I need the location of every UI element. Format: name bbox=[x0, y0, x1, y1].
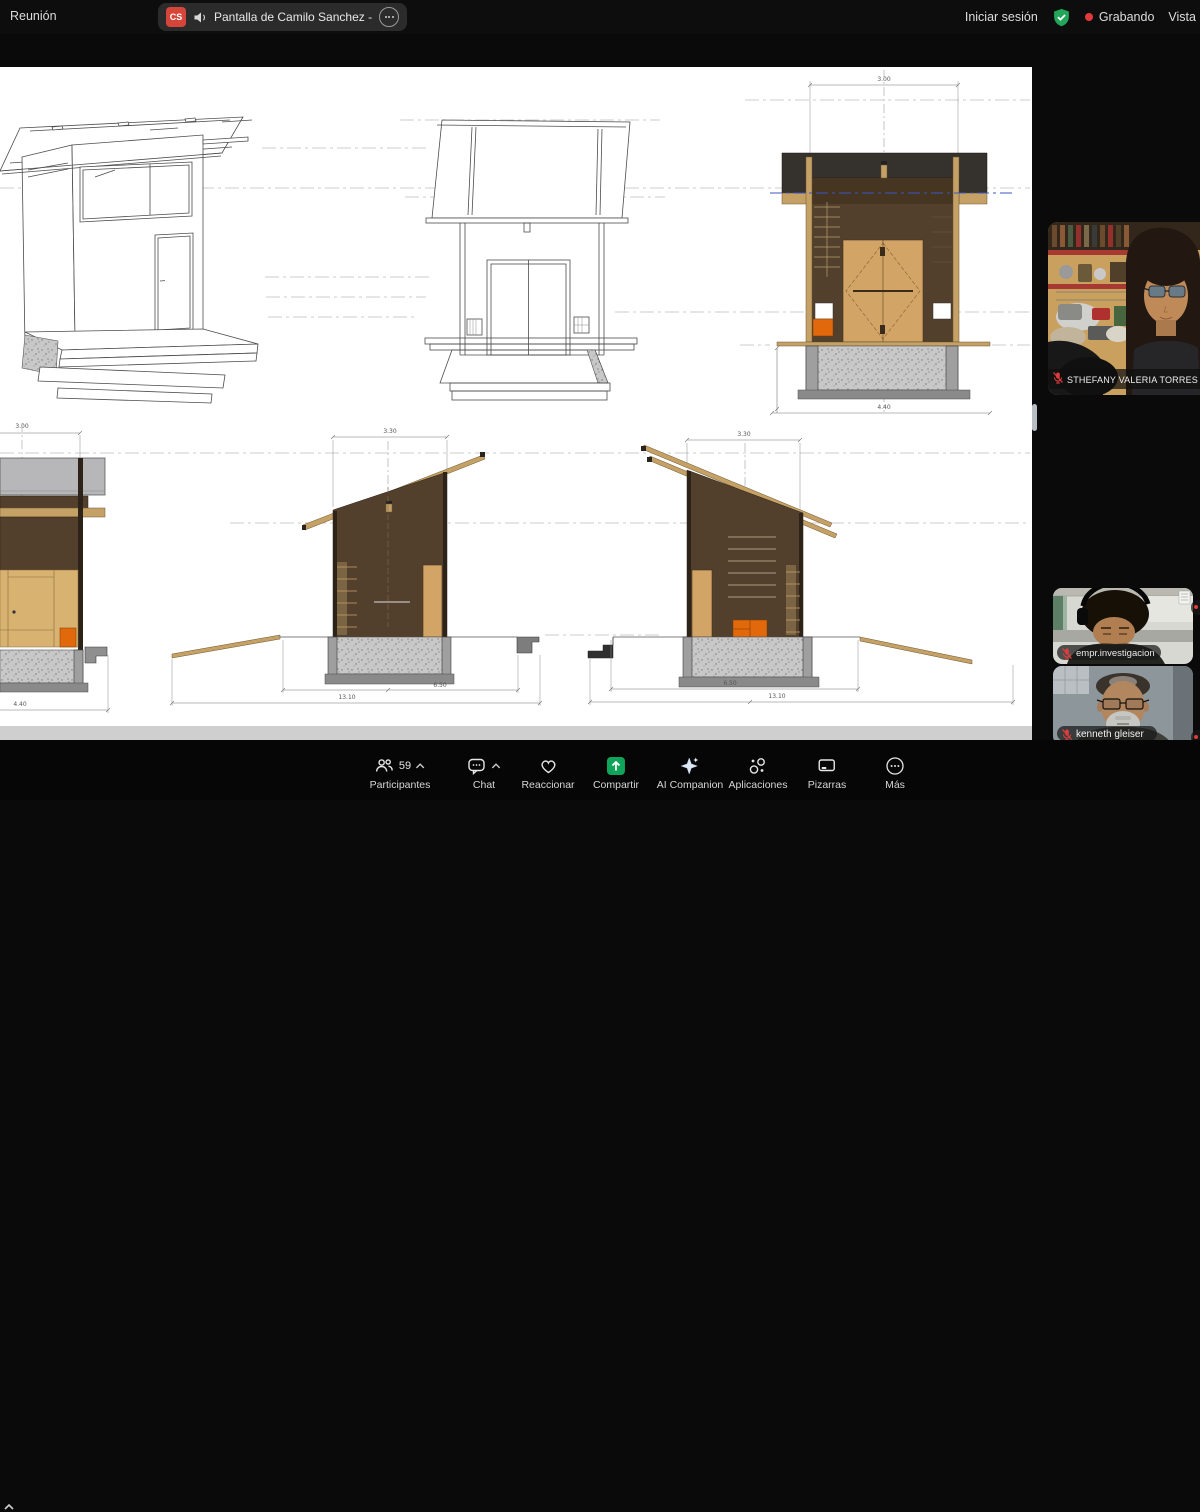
video-tile-kenneth[interactable]: kenneth gleiser bbox=[1053, 666, 1193, 745]
participant-video: STHEFANY VALERIA TORRES LA bbox=[1048, 222, 1200, 395]
recording-indicator: Grabando bbox=[1085, 10, 1155, 24]
video-tile-sthefany[interactable]: STHEFANY VALERIA TORRES LA bbox=[1048, 222, 1200, 395]
recording-dot-icon bbox=[1085, 13, 1093, 21]
react-button[interactable]: Reaccionar bbox=[521, 756, 574, 791]
front-elevation-color: 3.00 4.40 bbox=[770, 70, 1012, 415]
chat-icon bbox=[467, 756, 487, 776]
recording-label: Grabando bbox=[1099, 10, 1155, 24]
dimension-label: 13.10 bbox=[768, 693, 785, 700]
dimension-label: 6.50 bbox=[433, 682, 447, 689]
chat-button[interactable]: Chat bbox=[467, 756, 502, 791]
participants-count: 59 bbox=[399, 760, 411, 772]
participant-name: empr.investigacion bbox=[1076, 648, 1155, 659]
whiteboard-icon bbox=[817, 756, 837, 776]
audio-expand-chevron[interactable] bbox=[2, 1502, 16, 1512]
chat-menu-chevron[interactable] bbox=[491, 762, 502, 770]
apps-button[interactable]: Aplicaciones bbox=[729, 756, 788, 791]
security-shield-icon[interactable] bbox=[1052, 8, 1071, 27]
architectural-drawing: .wn{stroke:#4c4c4c;stroke-width:.8;fill:… bbox=[0, 67, 1032, 740]
participants-button[interactable]: 59 Participantes bbox=[370, 756, 431, 791]
mic-off-icon bbox=[1194, 735, 1198, 739]
panel-divider-handle[interactable] bbox=[1032, 404, 1037, 431]
share-tab-title: Pantalla de Camilo Sanchez - bbox=[214, 10, 372, 24]
dimension-label: 3.30 bbox=[383, 428, 397, 435]
dimension-label: 6.50 bbox=[723, 680, 737, 687]
side-elevation-mirror-drawing: 3.30 6.50 13.10 bbox=[588, 431, 1015, 705]
ai-companion-button[interactable]: AI Companion bbox=[657, 756, 724, 791]
dimension-label: 4.40 bbox=[13, 701, 27, 708]
participant-video: kenneth gleiser bbox=[1053, 666, 1193, 745]
participants-icon bbox=[374, 756, 395, 776]
apps-icon bbox=[748, 756, 768, 776]
shared-screen-canvas: .wn{stroke:#4c4c4c;stroke-width:.8;fill:… bbox=[0, 67, 1032, 740]
presenter-avatar: CS bbox=[166, 7, 186, 27]
top-bar: Reunión CS Pantalla de Camilo Sanchez - … bbox=[0, 0, 1200, 34]
participant-name: STHEFANY VALERIA TORRES LA bbox=[1067, 375, 1200, 385]
offscreen-video-label bbox=[1191, 600, 1200, 615]
dimension-label: 13.10 bbox=[338, 694, 355, 701]
share-screen-icon bbox=[606, 756, 626, 776]
mic-off-icon bbox=[1194, 605, 1198, 609]
side-section-left-drawing: 3.00 4.40 bbox=[0, 423, 110, 713]
dimension-label: 3.30 bbox=[737, 431, 751, 438]
slide-bottom-edge bbox=[0, 726, 1032, 740]
sign-in-link[interactable]: Iniciar sesión bbox=[965, 10, 1038, 24]
whiteboards-button[interactable]: Pizarras bbox=[808, 756, 847, 791]
meeting-toolbar: 59 Participantes Chat Reaccionar bbox=[0, 740, 1200, 800]
side-elevation-drawing: 3.30 6.50 13.10 bbox=[170, 428, 542, 706]
screen-share-tab[interactable]: CS Pantalla de Camilo Sanchez - bbox=[158, 3, 407, 31]
perspective-view-drawing bbox=[0, 117, 258, 403]
front-elevation-wireframe bbox=[425, 120, 637, 400]
tab-more-button[interactable] bbox=[379, 7, 399, 27]
participant-video: empr.investigacion bbox=[1053, 588, 1193, 664]
participant-name: kenneth gleiser bbox=[1076, 729, 1144, 740]
share-screen-button[interactable]: Compartir bbox=[593, 756, 639, 791]
video-tile-empr[interactable]: empr.investigacion bbox=[1053, 588, 1193, 664]
heart-icon bbox=[538, 756, 558, 776]
meeting-label: Reunión bbox=[10, 9, 57, 23]
more-ellipsis-icon bbox=[885, 756, 905, 776]
view-button[interactable]: Vista bbox=[1168, 10, 1196, 24]
speaker-icon bbox=[193, 11, 207, 24]
dimension-label: 4.40 bbox=[877, 404, 891, 411]
more-button[interactable]: Más bbox=[885, 756, 905, 791]
ai-sparkle-icon bbox=[680, 756, 700, 776]
participants-menu-chevron[interactable] bbox=[415, 762, 426, 770]
